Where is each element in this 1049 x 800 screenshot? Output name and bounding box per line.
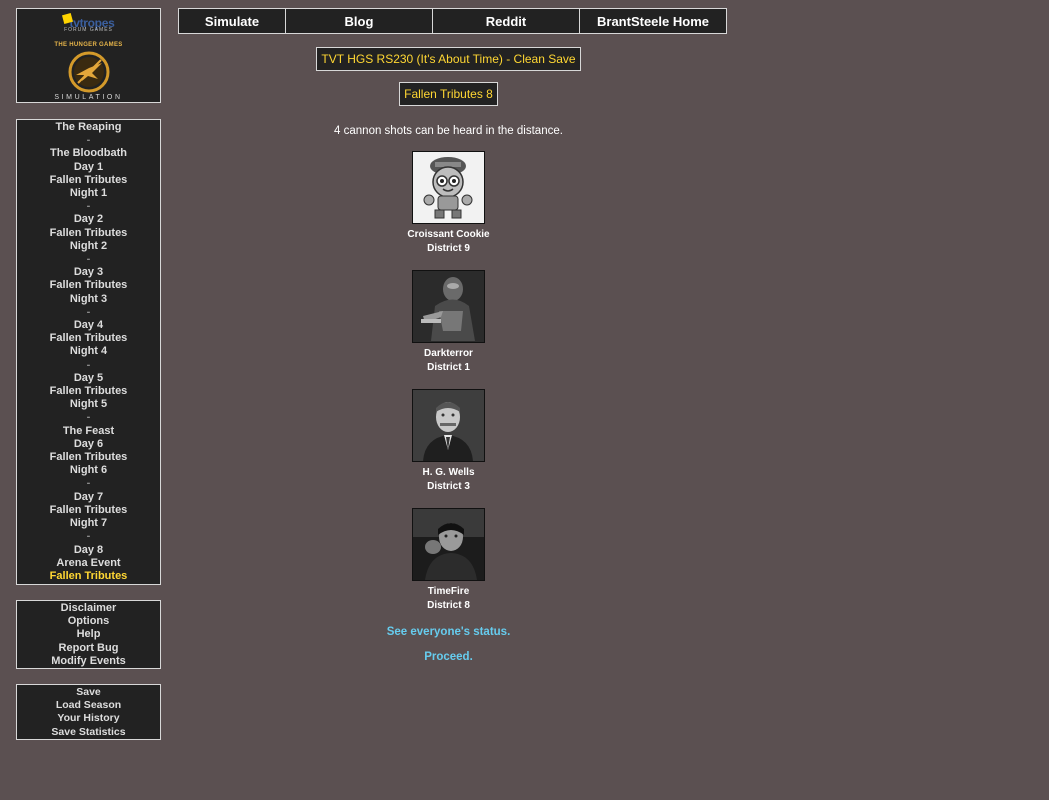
main-content: TVT HGS RS230 (It's About Time) - Clean … <box>178 47 719 663</box>
tribute-district: District 3 <box>427 481 470 492</box>
sidebar-item-fallen-tributes[interactable]: Fallen Tributes <box>17 174 160 187</box>
sidebar-item-night-7[interactable]: Night 7 <box>17 517 160 530</box>
rounds-nav-list: The Reaping - The Bloodbath Day 1 Fallen Tri… <box>17 121 160 583</box>
reddit-button[interactable]: Reddit <box>433 9 580 33</box>
sidebar-item-the-reaping[interactable]: The Reaping <box>17 121 160 134</box>
info-nav-list: Disclaimer Options Help Report Bug Modify Ev… <box>17 602 160 668</box>
sidebar-link-options[interactable]: Options <box>17 615 160 628</box>
sidebar-link-modify-events[interactable]: Modify Events <box>17 655 160 668</box>
sidebar-link-your-history[interactable]: Your History <box>17 712 160 725</box>
sidebar-item-fallen-tributes[interactable]: Fallen Tributes <box>17 332 160 345</box>
sidebar-link-load-season[interactable]: Load Season <box>17 699 160 712</box>
logo-game-title: THE HUNGER GAMES <box>54 42 123 48</box>
nav-separator: - <box>86 411 91 424</box>
event-title: Fallen Tributes 8 <box>399 82 498 106</box>
sidebar-item-day-2[interactable]: Day 2 <box>17 213 160 226</box>
croissant-cookie-portrait-icon <box>412 151 485 224</box>
info-nav-panel: Disclaimer Options Help Report Bug Modify Ev… <box>16 600 161 669</box>
timefire-portrait-icon <box>412 508 485 581</box>
sidebar-link-save-statistics[interactable]: Save Statistics <box>17 726 160 739</box>
sidebar-link-report-bug[interactable]: Report Bug <box>17 642 160 655</box>
sidebar-item-day-5[interactable]: Day 5 <box>17 372 160 385</box>
tribute-district: District 9 <box>427 243 470 254</box>
sidebar-item-fallen-tributes[interactable]: Fallen Tributes <box>17 279 160 292</box>
proceed-link[interactable]: Proceed. <box>178 651 719 663</box>
logo-subbrand: FORUM GAMES <box>64 27 113 33</box>
cannon-message: 4 cannon shots can be heard in the dista… <box>334 125 563 137</box>
tribute-card: H. G. Wells District 3 <box>178 389 719 494</box>
sidebar-item-fallen-tributes[interactable]: Fallen Tributes <box>17 570 160 583</box>
sidebar-item-night-2[interactable]: Night 2 <box>17 240 160 253</box>
simulate-button[interactable]: Simulate <box>179 9 286 33</box>
tribute-district: District 1 <box>427 362 470 373</box>
tribute-card: Darkterror District 1 <box>178 270 719 375</box>
sidebar-item-day-7[interactable]: Day 7 <box>17 491 160 504</box>
nav-separator: - <box>86 358 91 371</box>
tribute-name: Croissant Cookie <box>407 229 490 240</box>
tribute-card: TimeFire District 8 <box>178 508 719 613</box>
sidebar-item-day-4[interactable]: Day 4 <box>17 319 160 332</box>
logo-panel[interactable]: tvtropes FORUM GAMES THE HUNGER GAMES SI… <box>16 8 161 103</box>
sidebar-item-night-3[interactable]: Night 3 <box>17 293 160 306</box>
save-nav-panel: Save Load Season Your History Save Statisti… <box>16 684 161 740</box>
sidebar-link-help[interactable]: Help <box>17 628 160 641</box>
blog-button[interactable]: Blog <box>286 9 433 33</box>
nav-separator: - <box>86 305 91 318</box>
tribute-card: Croissant Cookie District 9 <box>178 151 719 256</box>
tribute-name: H. G. Wells <box>422 467 475 478</box>
darkterror-portrait-icon <box>412 270 485 343</box>
tribute-district: District 8 <box>427 600 470 611</box>
sidebar-item-day-8[interactable]: Day 8 <box>17 544 160 557</box>
top-navigation: Simulate Blog Reddit BrantSteele Home <box>178 8 727 34</box>
brantsteele-home-button[interactable]: BrantSteele Home <box>580 9 726 33</box>
nav-separator: - <box>86 134 91 147</box>
sidebar-item-arena-event[interactable]: Arena Event <box>17 557 160 570</box>
h-g-wells-portrait-icon <box>412 389 485 462</box>
sidebar-item-fallen-tributes[interactable]: Fallen Tributes <box>17 451 160 464</box>
sidebar-item-night-1[interactable]: Night 1 <box>17 187 160 200</box>
sidebar-link-save[interactable]: Save <box>17 686 160 699</box>
season-title: TVT HGS RS230 (It's About Time) - Clean … <box>316 47 581 71</box>
nav-separator: - <box>86 253 91 266</box>
tribute-name: TimeFire <box>427 586 470 597</box>
sidebar-item-day-1[interactable]: Day 1 <box>17 161 160 174</box>
sidebar-item-night-5[interactable]: Night 5 <box>17 398 160 411</box>
sidebar-link-disclaimer[interactable]: Disclaimer <box>17 602 160 615</box>
rounds-nav-panel: The Reaping - The Bloodbath Day 1 Fallen Tri… <box>16 119 161 585</box>
sidebar-item-the-bloodbath[interactable]: The Bloodbath <box>17 147 160 160</box>
sidebar-item-fallen-tributes[interactable]: Fallen Tributes <box>17 227 160 240</box>
save-nav-list: Save Load Season Your History Save Statisti… <box>17 686 160 739</box>
sidebar-item-fallen-tributes[interactable]: Fallen Tributes <box>17 504 160 517</box>
nav-separator: - <box>86 200 91 213</box>
sidebar-item-day-6[interactable]: Day 6 <box>17 438 160 451</box>
see-status-link[interactable]: See everyone's status. <box>178 626 719 638</box>
tribute-name: Darkterror <box>424 348 473 359</box>
sidebar-item-the-feast[interactable]: The Feast <box>17 425 160 438</box>
sidebar-item-fallen-tributes[interactable]: Fallen Tributes <box>17 385 160 398</box>
site-logo[interactable]: tvtropes FORUM GAMES THE HUNGER GAMES SI… <box>17 9 160 102</box>
sidebar-item-night-6[interactable]: Night 6 <box>17 464 160 477</box>
sidebar-item-day-3[interactable]: Day 3 <box>17 266 160 279</box>
nav-separator: - <box>86 530 91 543</box>
nav-separator: - <box>86 477 91 490</box>
logo-subtitle: SIMULATION <box>54 94 123 101</box>
mockingjay-emblem-icon <box>68 51 110 93</box>
sidebar-item-night-4[interactable]: Night 4 <box>17 345 160 358</box>
